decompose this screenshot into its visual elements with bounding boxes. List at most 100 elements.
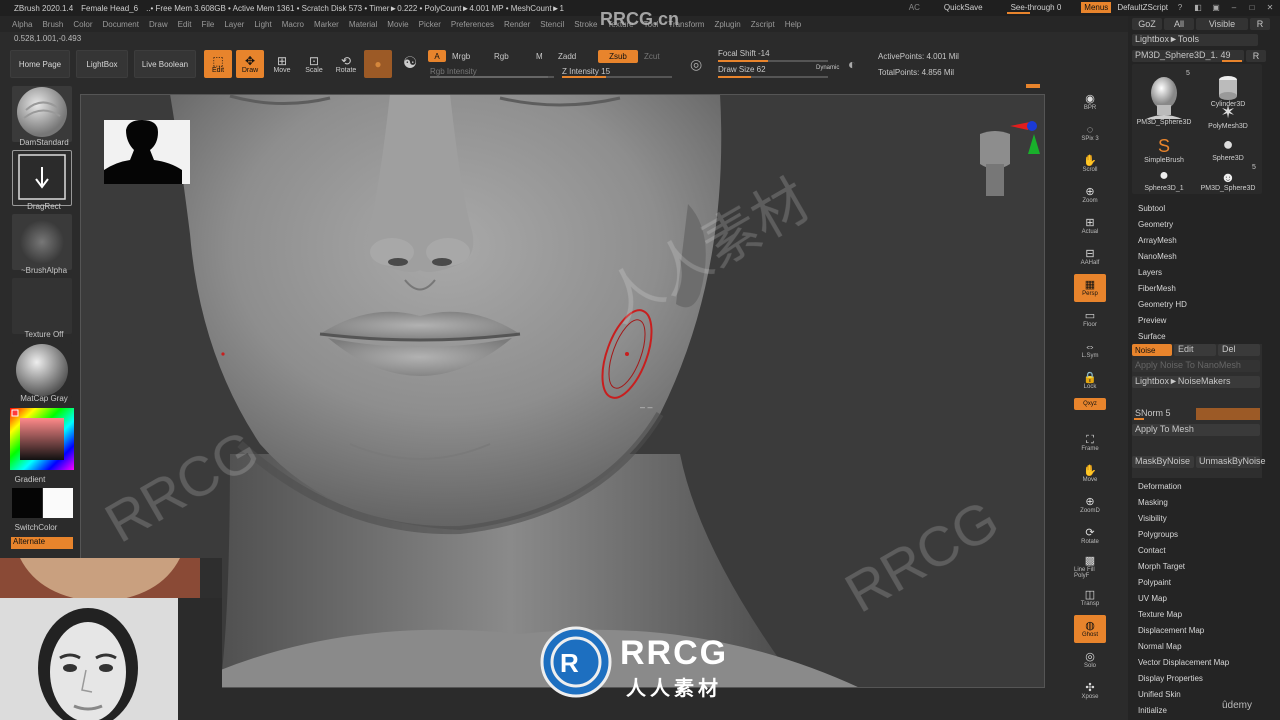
r-button[interactable]: R bbox=[1250, 18, 1270, 30]
menu-stencil[interactable]: Stencil bbox=[540, 20, 564, 29]
menu-light[interactable]: Light bbox=[254, 20, 271, 29]
menu-zplugin[interactable]: Zplugin bbox=[714, 20, 740, 29]
palette-section-initialize[interactable]: Initialize bbox=[1138, 706, 1167, 715]
draw-size-track[interactable] bbox=[718, 76, 828, 78]
menu-movie[interactable]: Movie bbox=[387, 20, 408, 29]
shelf-solo[interactable]: ◎ Solo bbox=[1074, 646, 1106, 674]
palette-section-subtool[interactable]: Subtool bbox=[1138, 204, 1165, 213]
noise-del-button[interactable]: Del bbox=[1218, 344, 1260, 356]
menu-draw[interactable]: Draw bbox=[149, 20, 168, 29]
menu-brush[interactable]: Brush bbox=[42, 20, 63, 29]
texture-thumbnail[interactable] bbox=[12, 278, 72, 334]
menu-stroke[interactable]: Stroke bbox=[574, 20, 597, 29]
default-zscript-button[interactable]: DefaultZScript bbox=[1117, 3, 1168, 12]
noise-color-swatch[interactable] bbox=[1196, 408, 1260, 420]
palette-section-uv-map[interactable]: UV Map bbox=[1138, 594, 1167, 603]
rgb-toggle[interactable]: Rgb bbox=[494, 52, 509, 61]
menu-alpha[interactable]: Alpha bbox=[12, 20, 32, 29]
see-through-slider[interactable]: See-through 0 bbox=[1006, 3, 1066, 14]
edit-button[interactable]: ⬚ Edit bbox=[204, 50, 232, 78]
palette-section-layers[interactable]: Layers bbox=[1138, 268, 1162, 277]
secondary-color-swatch[interactable] bbox=[43, 488, 73, 518]
menus-button[interactable]: Menus bbox=[1081, 2, 1112, 13]
palette-section-arraymesh[interactable]: ArrayMesh bbox=[1138, 236, 1177, 245]
menu-preferences[interactable]: Preferences bbox=[451, 20, 494, 29]
quicksave-button[interactable]: QuickSave bbox=[940, 2, 987, 13]
shelf-qxyz[interactable]: Qxyz bbox=[1074, 398, 1106, 410]
z-intensity-slider[interactable]: Z Intensity 15 bbox=[562, 67, 610, 76]
home-page-button[interactable]: Home Page bbox=[10, 50, 70, 78]
shelf-actual[interactable]: ⊞ Actual bbox=[1074, 212, 1106, 240]
unmask-by-noise-button[interactable]: UnmaskByNoise bbox=[1196, 456, 1266, 468]
palette-section-geometry-hd[interactable]: Geometry HD bbox=[1138, 300, 1187, 309]
mask-by-noise-button[interactable]: MaskByNoise bbox=[1132, 456, 1194, 468]
gradient-label[interactable]: Gradient bbox=[0, 475, 74, 484]
z-intensity-track[interactable] bbox=[562, 76, 672, 78]
menu-marker[interactable]: Marker bbox=[314, 20, 339, 29]
alternate-button[interactable]: Alternate bbox=[11, 537, 73, 549]
mrgb-toggle[interactable]: Mrgb bbox=[452, 52, 470, 61]
palette-section-morph-target[interactable]: Morph Target bbox=[1138, 562, 1185, 571]
window-layout-icon[interactable]: ▣ bbox=[1210, 3, 1222, 12]
rgb-intensity-slider[interactable]: Rgb Intensity bbox=[430, 67, 477, 76]
palette-section-nanomesh[interactable]: NanoMesh bbox=[1138, 252, 1177, 261]
draw-size-slider[interactable]: Draw Size 62 bbox=[718, 65, 766, 74]
palette-section-contact[interactable]: Contact bbox=[1138, 546, 1166, 555]
help-icon[interactable]: ? bbox=[1174, 3, 1186, 12]
focal-shift-slider[interactable]: Focal Shift -14 bbox=[718, 49, 770, 58]
viewport-canvas[interactable]: – – RRCG 人人素材 RRCG bbox=[80, 94, 1045, 688]
palette-section-vector-displacement-map[interactable]: Vector Displacement Map bbox=[1138, 658, 1229, 667]
palette-section-polygroups[interactable]: Polygroups bbox=[1138, 530, 1178, 539]
noise-edit-button[interactable]: Edit bbox=[1174, 344, 1216, 356]
zadd-toggle[interactable]: Zadd bbox=[558, 52, 576, 61]
tool-pm3d-sphere3d-2[interactable]: ☻ PM3D_Sphere3D bbox=[1196, 162, 1260, 192]
shelf-zoomd[interactable]: ⊕ ZoomD bbox=[1074, 491, 1106, 519]
color-sphere-button[interactable]: ☯ bbox=[396, 50, 424, 78]
shelf-floor[interactable]: ▭ Floor bbox=[1074, 305, 1106, 333]
shelf-spix-3[interactable]: ◌ SPix 3 bbox=[1074, 119, 1106, 147]
minimize-icon[interactable]: – bbox=[1228, 3, 1240, 12]
maximize-icon[interactable]: □ bbox=[1246, 3, 1258, 12]
shelf-frame[interactable]: ⛶ Frame bbox=[1074, 429, 1106, 457]
visible-button[interactable]: Visible bbox=[1196, 18, 1248, 30]
shelf-move[interactable]: ✋ Move bbox=[1074, 460, 1106, 488]
reference-thumbnail[interactable] bbox=[104, 120, 190, 184]
apply-to-mesh-button[interactable]: Apply To Mesh bbox=[1132, 424, 1260, 436]
palette-section-preview[interactable]: Preview bbox=[1138, 316, 1166, 325]
tool-simplebrush[interactable]: S SimpleBrush bbox=[1132, 128, 1196, 164]
palette-section-geometry[interactable]: Geometry bbox=[1138, 220, 1173, 229]
switchcolor-button[interactable]: SwitchColor bbox=[0, 523, 80, 532]
palette-section-unified-skin[interactable]: Unified Skin bbox=[1138, 690, 1181, 699]
menu-file[interactable]: File bbox=[201, 20, 214, 29]
shelf-xpose[interactable]: ✣ Xpose bbox=[1074, 677, 1106, 705]
menu-zscript[interactable]: Zscript bbox=[751, 20, 775, 29]
menu-document[interactable]: Document bbox=[103, 20, 139, 29]
draw-button[interactable]: ✥ Draw bbox=[236, 50, 264, 78]
palette-section-visibility[interactable]: Visibility bbox=[1138, 514, 1167, 523]
shelf-l-sym[interactable]: ⇔ L.Sym bbox=[1074, 336, 1106, 364]
palette-section-display-properties[interactable]: Display Properties bbox=[1138, 674, 1203, 683]
move-button[interactable]: ⊞ Move bbox=[268, 50, 296, 78]
shelf-transp[interactable]: ◫ Transp bbox=[1074, 584, 1106, 612]
palette-section-deformation[interactable]: Deformation bbox=[1138, 482, 1182, 491]
a-toggle[interactable]: A bbox=[428, 50, 446, 62]
apply-noise-nanomesh-button[interactable]: Apply Noise To NanoMesh bbox=[1132, 360, 1260, 372]
shelf-lock[interactable]: 🔒 Lock bbox=[1074, 367, 1106, 395]
palette-section-fibermesh[interactable]: FiberMesh bbox=[1138, 284, 1176, 293]
dynamic-toggle[interactable]: Dynamic bbox=[816, 65, 839, 71]
m-toggle[interactable]: M bbox=[536, 52, 543, 61]
layout-icon[interactable]: ◧ bbox=[1192, 3, 1204, 12]
menu-render[interactable]: Render bbox=[504, 20, 530, 29]
tool-r-button[interactable]: R bbox=[1246, 50, 1266, 62]
close-icon[interactable]: ✕ bbox=[1264, 3, 1276, 12]
alpha-thumbnail[interactable] bbox=[12, 214, 72, 270]
goz-button[interactable]: GoZ bbox=[1132, 18, 1162, 30]
shelf-ghost[interactable]: ◍ Ghost bbox=[1074, 615, 1106, 643]
focal-shift-track[interactable] bbox=[718, 60, 828, 62]
menu-layer[interactable]: Layer bbox=[224, 20, 244, 29]
palette-section-masking[interactable]: Masking bbox=[1138, 498, 1168, 507]
tool-sphere3d-1[interactable]: ● Sphere3D_1 bbox=[1132, 162, 1196, 192]
stroke-thumbnail[interactable] bbox=[12, 150, 72, 206]
menu-edit[interactable]: Edit bbox=[178, 20, 192, 29]
noise-button[interactable]: Noise bbox=[1132, 344, 1172, 356]
